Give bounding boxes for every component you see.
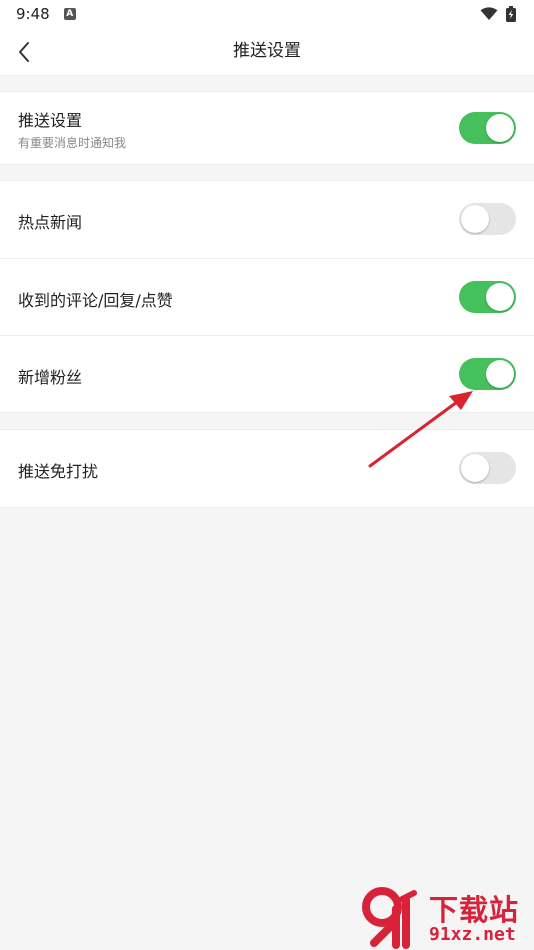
status-time: 9:48 bbox=[16, 5, 50, 23]
page-title: 推送设置 bbox=[233, 41, 301, 61]
toggle-knob bbox=[486, 283, 514, 311]
toggle-comments[interactable] bbox=[459, 281, 516, 313]
toggle-knob bbox=[461, 205, 489, 233]
watermark-title: 下载站 bbox=[429, 893, 520, 927]
setting-title-followers: 新增粉丝 bbox=[18, 368, 83, 387]
toggle-knob bbox=[486, 114, 514, 142]
notification-a-icon: A bbox=[63, 8, 76, 20]
battery-icon bbox=[506, 6, 516, 22]
setting-row-comments: 收到的评论/回复/点赞 bbox=[0, 258, 534, 335]
setting-title-comments: 收到的评论/回复/点赞 bbox=[18, 291, 173, 310]
watermark-url: 91xz.net bbox=[429, 924, 516, 945]
back-button[interactable] bbox=[8, 36, 40, 68]
setting-row-push: 推送设置 有重要消息时通知我 bbox=[0, 92, 534, 164]
wifi-icon bbox=[480, 7, 498, 20]
toggle-knob bbox=[486, 360, 514, 388]
toggle-push[interactable] bbox=[459, 112, 516, 144]
setting-subtitle-push: 有重要消息时通知我 bbox=[18, 136, 127, 150]
status-bar: 9:48 A bbox=[0, 0, 534, 28]
settings-group-types: 热点新闻 收到的评论/回复/点赞 新增粉丝 bbox=[0, 180, 534, 413]
annotation-arrow-icon bbox=[368, 391, 473, 468]
watermark-logo-icon bbox=[362, 887, 417, 949]
settings-group-main: 推送设置 有重要消息时通知我 bbox=[0, 91, 534, 165]
setting-title-dnd: 推送免打扰 bbox=[18, 462, 99, 481]
watermark: 下载站 91xz.net bbox=[362, 887, 532, 949]
setting-row-hot-news: 热点新闻 bbox=[0, 181, 534, 258]
setting-title-push: 推送设置 bbox=[18, 111, 83, 130]
chevron-left-icon bbox=[19, 42, 29, 62]
setting-title-hot-news: 热点新闻 bbox=[18, 213, 83, 232]
toggle-hot-news[interactable] bbox=[459, 203, 516, 235]
header-bar: 推送设置 bbox=[0, 28, 534, 76]
